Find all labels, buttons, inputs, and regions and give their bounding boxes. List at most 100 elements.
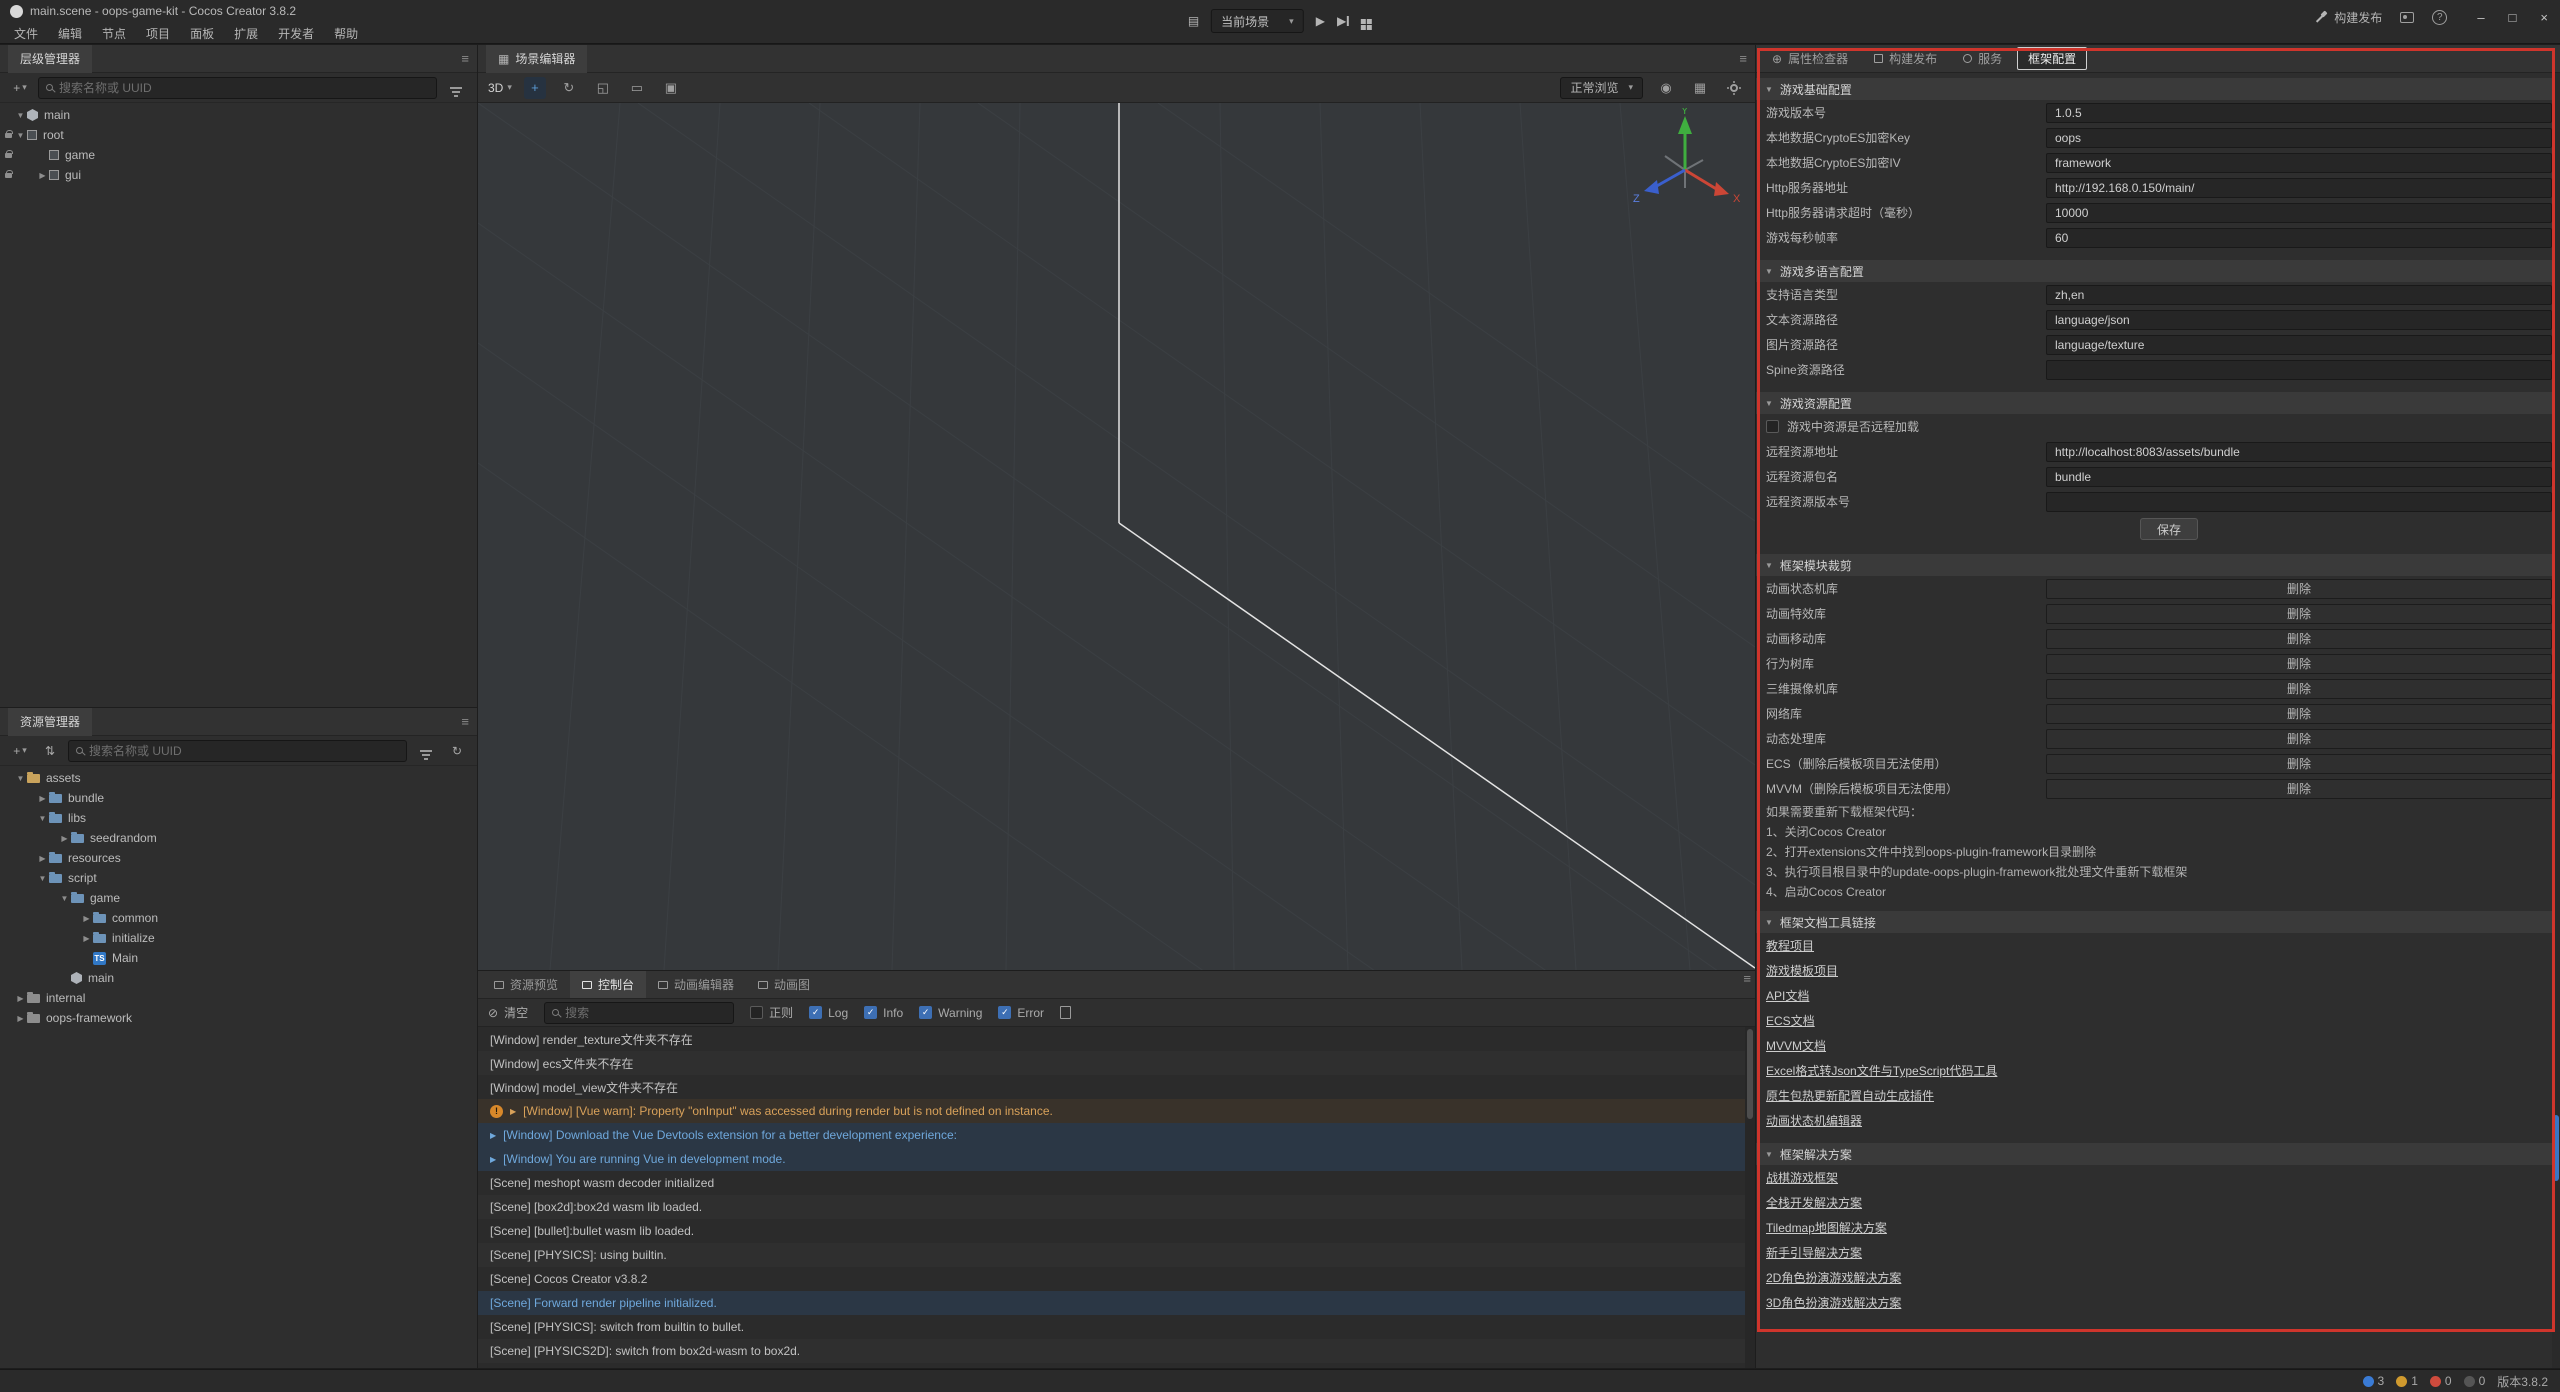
notification-warning-count[interactable]: 1 bbox=[2396, 1374, 2418, 1388]
maximize-button[interactable]: □ bbox=[2509, 10, 2517, 25]
view-mode-select[interactable]: 正常浏览 ▾ bbox=[1560, 77, 1643, 99]
asset-node-seedrandom[interactable]: ▶ seedrandom bbox=[0, 828, 477, 848]
log-row[interactable]: [Scene] [bullet]:bullet wasm lib loaded. bbox=[478, 1219, 1755, 1243]
expand-arrow-icon[interactable]: ▶ bbox=[490, 1155, 496, 1164]
scrollbar-thumb[interactable] bbox=[1747, 1029, 1753, 1119]
log-row[interactable]: [Scene] [PHYSICS]: using builtin. bbox=[478, 1243, 1755, 1267]
asset-node-resources[interactable]: ▶ resources bbox=[0, 848, 477, 868]
menu-edit[interactable]: 编辑 bbox=[48, 22, 92, 45]
console-log-list[interactable]: [Window] render_texture文件夹不存在 [Window] e… bbox=[478, 1027, 1755, 1368]
link-mvvm-docs[interactable]: MVVM文档 bbox=[1766, 1037, 1826, 1054]
link-3d-rpg-solution[interactable]: 3D角色扮演游戏解决方案 bbox=[1766, 1294, 1901, 1311]
assets-tab[interactable]: 资源管理器 bbox=[8, 708, 92, 736]
assets-filter-button[interactable] bbox=[413, 740, 439, 762]
console-scrollbar[interactable] bbox=[1745, 1027, 1755, 1368]
panel-menu-icon[interactable]: ≡ bbox=[1739, 51, 1747, 66]
link-chess-framework[interactable]: 战棋游戏框架 bbox=[1766, 1169, 1838, 1186]
crypto-key-input[interactable] bbox=[2046, 128, 2552, 148]
lock-icon[interactable] bbox=[5, 153, 12, 158]
log-row[interactable]: [Window] model_view文件夹不存在 bbox=[478, 1075, 1755, 1099]
save-button[interactable]: 保存 bbox=[2140, 518, 2198, 540]
log-row[interactable]: [Scene] Cocos Creator v3.8.2 bbox=[478, 1267, 1755, 1291]
assets-search[interactable] bbox=[68, 740, 407, 762]
expand-arrow-icon[interactable]: ▶ bbox=[14, 1014, 27, 1023]
scene-gizmo-settings-icon[interactable] bbox=[1723, 77, 1745, 99]
filter-info-checkbox[interactable]: ✓ Info bbox=[864, 1006, 903, 1020]
menu-extension[interactable]: 扩展 bbox=[224, 22, 268, 45]
link-excel-tool[interactable]: Excel格式转Json文件与TypeScript代码工具 bbox=[1766, 1062, 1997, 1079]
collapse-arrow-icon[interactable]: ▼ bbox=[36, 814, 49, 823]
expand-arrow-icon[interactable]: ▶ bbox=[36, 794, 49, 803]
gizmo-y-label[interactable]: Y bbox=[1681, 108, 1689, 117]
notification-task-count[interactable]: 0 bbox=[2464, 1374, 2486, 1388]
screenshot-icon[interactable] bbox=[2400, 12, 2414, 23]
expand-arrow-icon[interactable]: ▶ bbox=[80, 914, 93, 923]
asset-node-game[interactable]: ▼ game bbox=[0, 888, 477, 908]
hierarchy-tab[interactable]: 层级管理器 bbox=[8, 45, 92, 73]
link-api-docs[interactable]: API文档 bbox=[1766, 987, 1809, 1004]
expand-arrow-icon[interactable]: ▶ bbox=[510, 1107, 516, 1116]
expand-arrow-icon[interactable]: ▶ bbox=[490, 1131, 496, 1140]
hierarchy-node-gui[interactable]: ▶ gui bbox=[0, 165, 477, 185]
game-version-input[interactable] bbox=[2046, 103, 2552, 123]
link-2d-rpg-solution[interactable]: 2D角色扮演游戏解决方案 bbox=[1766, 1269, 1901, 1286]
log-row-info[interactable]: ▶ [Window] Download the Vue Devtools ext… bbox=[478, 1123, 1755, 1147]
scale-tool-icon[interactable]: ◱ bbox=[592, 77, 614, 99]
log-row[interactable]: [Scene] [PHYSICS]: switch from builtin t… bbox=[478, 1315, 1755, 1339]
panel-menu-icon[interactable]: ≡ bbox=[1743, 971, 1751, 998]
asset-node-bundle[interactable]: ▶ bundle bbox=[0, 788, 477, 808]
create-asset-button[interactable]: + ▾ bbox=[8, 740, 32, 762]
regex-checkbox[interactable]: 正则 bbox=[750, 1004, 793, 1021]
hierarchy-filter-button[interactable] bbox=[443, 77, 469, 99]
create-node-button[interactable]: + ▾ bbox=[8, 77, 32, 99]
log-row-info[interactable]: ▶ [Window] You are running Vue in develo… bbox=[478, 1147, 1755, 1171]
asset-node-common[interactable]: ▶ common bbox=[0, 908, 477, 928]
collapse-arrow-icon[interactable]: ▼ bbox=[58, 894, 71, 903]
lock-icon[interactable] bbox=[5, 173, 12, 178]
expand-arrow-icon[interactable]: ▶ bbox=[80, 934, 93, 943]
hierarchy-search-input[interactable] bbox=[59, 81, 429, 95]
link-ecs-docs[interactable]: ECS文档 bbox=[1766, 1012, 1815, 1029]
delete-button[interactable]: 删除 bbox=[2046, 604, 2552, 624]
gizmo-x-label[interactable]: X bbox=[1733, 193, 1741, 205]
console-search-input[interactable] bbox=[565, 1006, 726, 1020]
close-button[interactable]: × bbox=[2540, 10, 2548, 25]
expand-arrow-icon[interactable]: ▶ bbox=[58, 834, 71, 843]
tab-services[interactable]: 服务 bbox=[1952, 47, 2013, 70]
link-animator-editor[interactable]: 动画状态机编辑器 bbox=[1766, 1112, 1862, 1129]
hierarchy-node-game[interactable]: game bbox=[0, 145, 477, 165]
light-toggle-icon[interactable]: ◉ bbox=[1655, 77, 1677, 99]
play-button[interactable]: ▶ bbox=[1316, 14, 1325, 28]
expand-arrow-icon[interactable]: ▶ bbox=[36, 171, 49, 180]
log-row[interactable]: [Window] ecs文件夹不存在 bbox=[478, 1051, 1755, 1075]
tab-asset-preview[interactable]: 资源预览 bbox=[482, 971, 570, 998]
menu-developer[interactable]: 开发者 bbox=[268, 22, 324, 45]
section-module-trim[interactable]: ▼ 框架模块裁剪 bbox=[1756, 554, 2560, 576]
asset-node-oops-framework[interactable]: ▶ oops-framework bbox=[0, 1008, 477, 1028]
tab-console[interactable]: 控制台 bbox=[570, 971, 646, 998]
section-solutions[interactable]: ▼ 框架解决方案 bbox=[1756, 1143, 2560, 1165]
delete-button[interactable]: 删除 bbox=[2046, 729, 2552, 749]
notification-error-count[interactable]: 0 bbox=[2430, 1374, 2452, 1388]
menu-help[interactable]: 帮助 bbox=[324, 22, 368, 45]
log-row[interactable]: [Window] render_texture文件夹不存在 bbox=[478, 1027, 1755, 1051]
section-docs-links[interactable]: ▼ 框架文档工具链接 bbox=[1756, 911, 2560, 933]
menu-project[interactable]: 项目 bbox=[136, 22, 180, 45]
minimize-button[interactable]: – bbox=[2477, 10, 2484, 25]
collapse-arrow-icon[interactable]: ▼ bbox=[14, 131, 27, 140]
hierarchy-node-main[interactable]: ▼ main bbox=[0, 105, 477, 125]
section-language-config[interactable]: ▼ 游戏多语言配置 bbox=[1756, 260, 2560, 282]
collapse-arrow-icon[interactable]: ▼ bbox=[14, 111, 27, 120]
expand-arrow-icon[interactable]: ▶ bbox=[36, 854, 49, 863]
remote-bundle-input[interactable] bbox=[2046, 467, 2552, 487]
link-tiledmap-solution[interactable]: Tiledmap地图解决方案 bbox=[1766, 1219, 1887, 1236]
asset-node-main-ts[interactable]: TS Main bbox=[0, 948, 477, 968]
panel-menu-icon[interactable]: ≡ bbox=[461, 51, 469, 66]
move-tool-icon[interactable]: + bbox=[524, 77, 546, 99]
link-guide-solution[interactable]: 新手引导解决方案 bbox=[1766, 1244, 1862, 1261]
gizmo-z-label[interactable]: Z bbox=[1633, 193, 1640, 205]
sort-assets-button[interactable]: ⇅ bbox=[38, 740, 62, 762]
clear-console-button[interactable]: ⊘ 清空 bbox=[488, 1004, 528, 1021]
view-gizmo[interactable]: Y X Z bbox=[1617, 108, 1747, 228]
tab-property-inspector[interactable]: ⊕ 属性检查器 bbox=[1761, 47, 1859, 70]
